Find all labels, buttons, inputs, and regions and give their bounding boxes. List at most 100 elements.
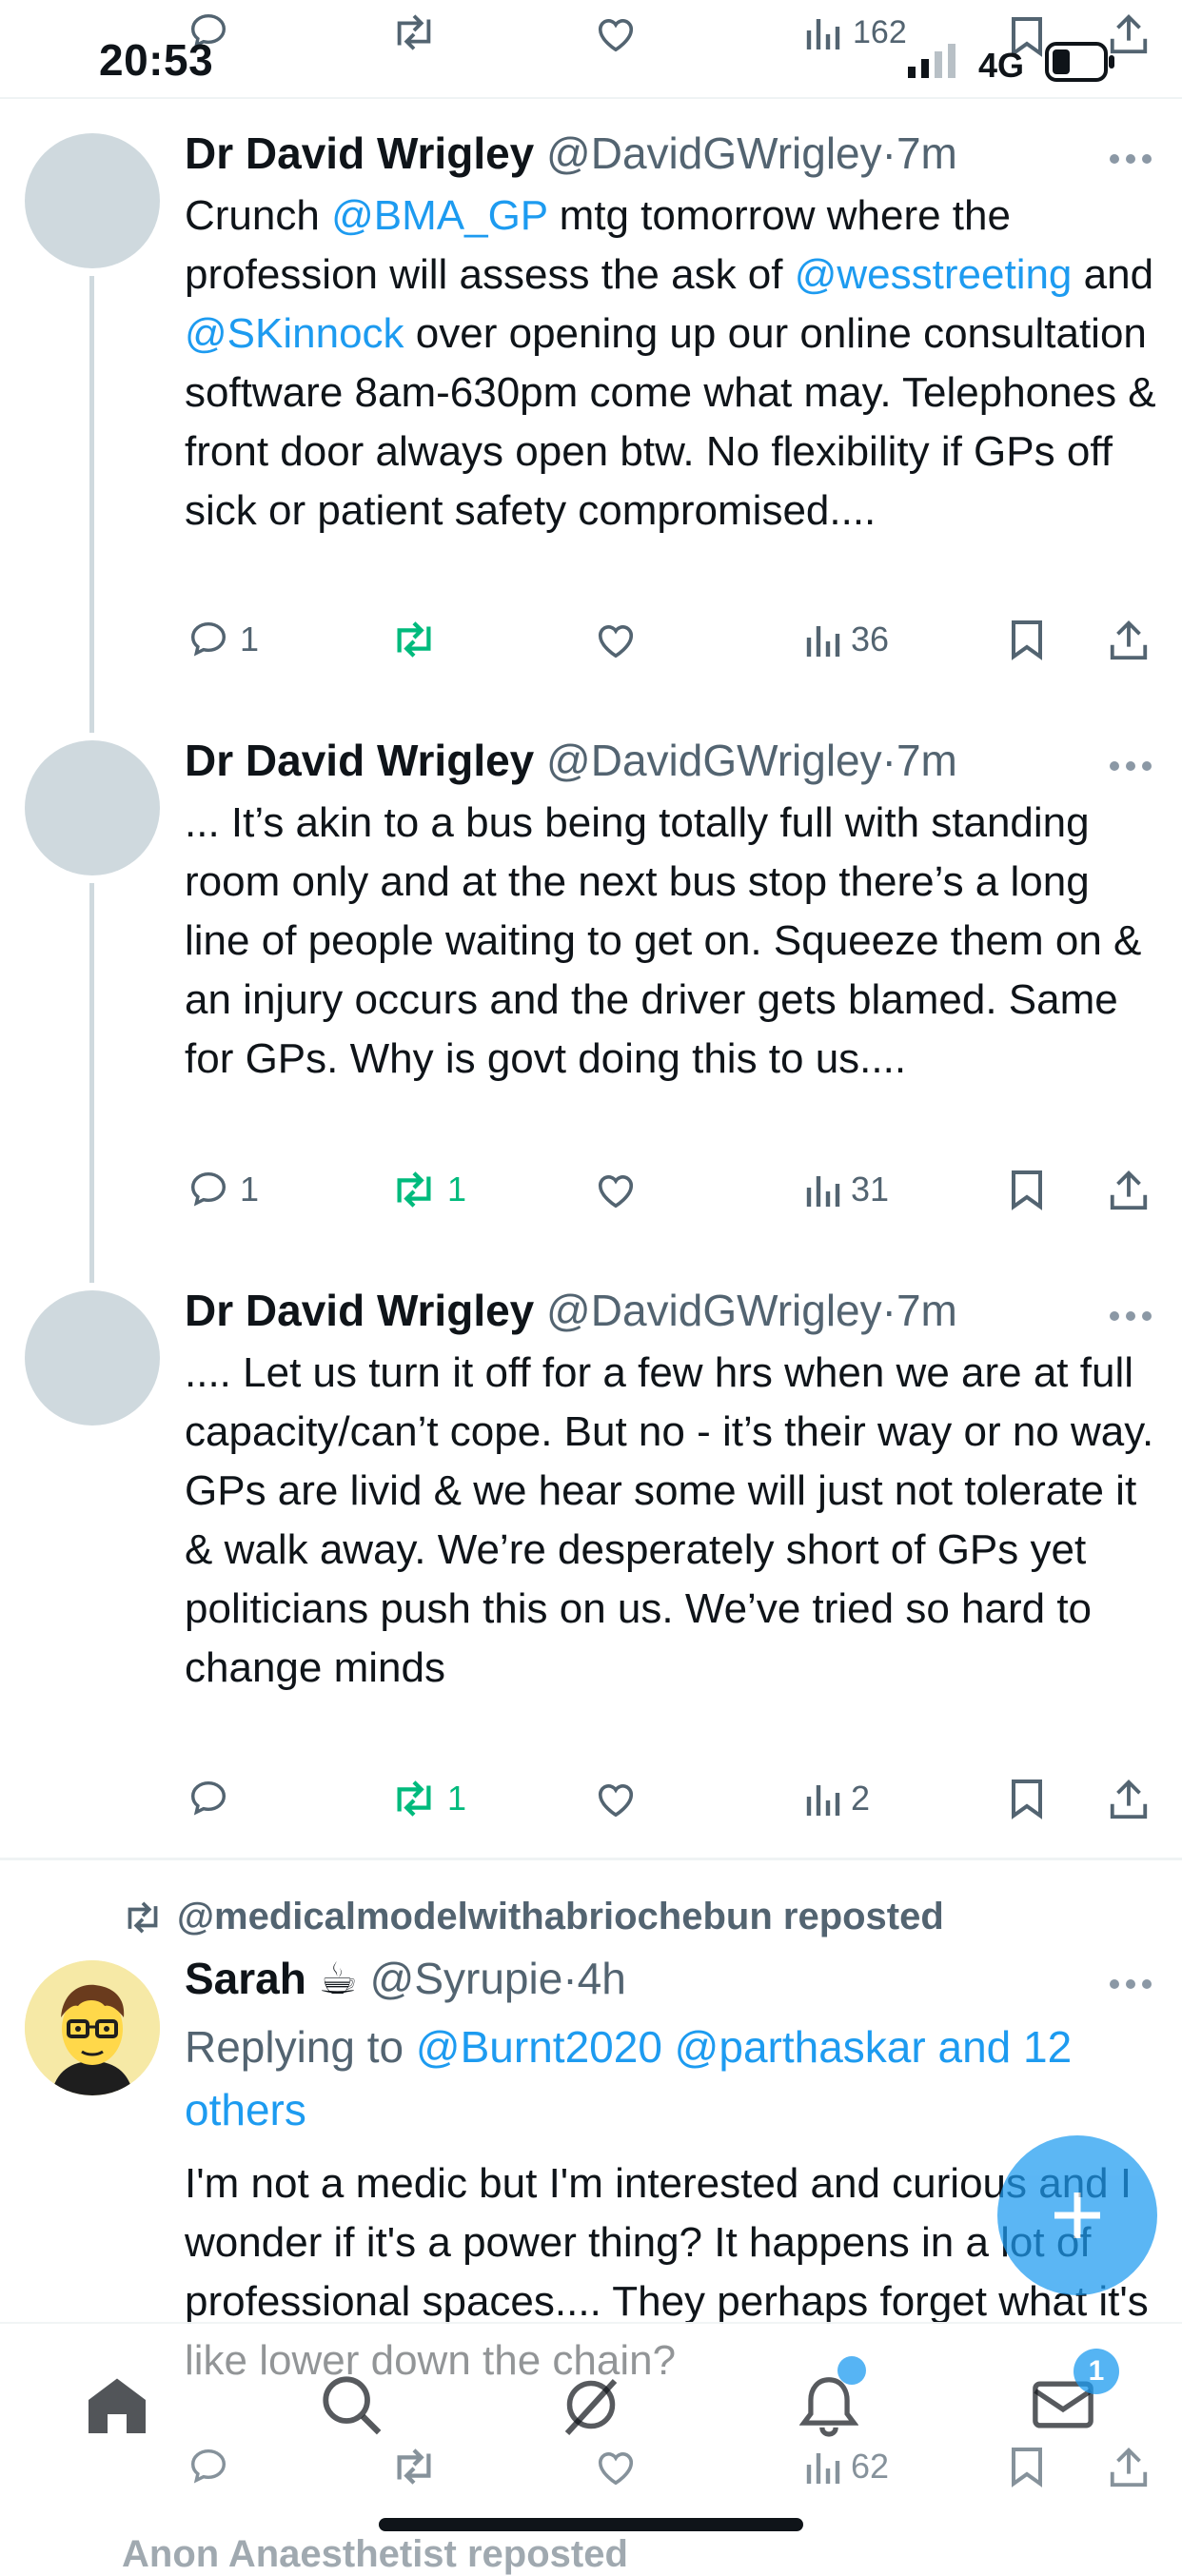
author-handle[interactable]: @Syrupie xyxy=(370,1954,563,2003)
reply-button[interactable] xyxy=(187,2438,230,2495)
repost-indicator[interactable]: @medicalmodelwithabriochebun reposted xyxy=(122,1896,944,1938)
tweet-text: Crunch @BMA_GP mtg tomorrow where the pr… xyxy=(185,192,1156,534)
signal-icon xyxy=(908,44,961,78)
network-type: 4G xyxy=(978,46,1025,85)
repost-icon[interactable] xyxy=(390,11,438,53)
mention-link[interactable]: @wesstreeting xyxy=(795,251,1073,298)
bookmark-icon xyxy=(1012,620,1042,660)
thread-tweet-1[interactable]: Dr David Wrigley @DavidGWrigley·7m Crunc… xyxy=(0,124,1182,695)
next-repost-indicator: Anon Anaesthetist reposted xyxy=(122,2533,628,2575)
like-button[interactable] xyxy=(594,611,638,668)
repost-icon xyxy=(397,2448,431,2485)
reply-icon xyxy=(190,2448,227,2484)
bookmark-icon xyxy=(1012,2448,1042,2488)
compose-button[interactable] xyxy=(997,2135,1157,2295)
mention-link[interactable]: @SKinnock xyxy=(185,310,404,357)
repost-button[interactable] xyxy=(390,2438,438,2495)
author-handle[interactable]: @DavidGWrigley xyxy=(546,736,882,785)
nav-messages[interactable]: 1 xyxy=(1020,2349,1119,2448)
bookmark-button[interactable] xyxy=(1009,611,1045,668)
share-button[interactable] xyxy=(1108,611,1150,668)
author-name[interactable]: Dr David Wrigley xyxy=(185,1286,534,1335)
more-options-icon[interactable] xyxy=(1108,759,1153,773)
tweet-time: 7m xyxy=(896,736,957,785)
views-button[interactable]: 36 xyxy=(803,611,889,668)
author-name[interactable]: Sarah ☕ xyxy=(185,1954,358,2003)
tweet-divider xyxy=(0,1858,1182,1860)
views-count[interactable]: 162 xyxy=(803,13,907,51)
thread-tweet-3[interactable]: Dr David Wrigley @DavidGWrigley·7m .... … xyxy=(0,1281,1182,1833)
replying-to: Replying to @Burnt2020 @parthaskar and 1… xyxy=(185,2022,1073,2134)
nav-home[interactable] xyxy=(74,2362,160,2448)
reply-icon xyxy=(190,1171,227,1207)
cartoon-avatar-icon xyxy=(25,1960,160,2095)
more-options-icon[interactable] xyxy=(1108,152,1153,166)
tweet-actions: 1 36 xyxy=(185,611,1165,668)
reply-button[interactable] xyxy=(187,1770,240,1827)
tweet-header: Sarah ☕ @Syrupie·4h xyxy=(185,1954,626,2003)
views-icon xyxy=(806,626,840,657)
tweet-text: ... It’s akin to a bus being totally ful… xyxy=(185,799,1142,1082)
avatar[interactable] xyxy=(25,740,160,875)
bookmark-icon xyxy=(1012,1780,1042,1819)
share-button[interactable] xyxy=(1108,1770,1150,1827)
like-icon[interactable] xyxy=(594,13,638,53)
thread-tweet-2[interactable]: Dr David Wrigley @DavidGWrigley·7m ... I… xyxy=(0,731,1182,1245)
share-button[interactable] xyxy=(1108,1161,1150,1218)
reply-icon xyxy=(190,621,227,657)
tweet-time: 7m xyxy=(896,1286,957,1335)
plus-icon xyxy=(1054,2193,1100,2238)
views-button[interactable]: 31 xyxy=(803,1161,889,1218)
bookmark-button[interactable] xyxy=(1009,2438,1045,2495)
tweet-header: Dr David Wrigley @DavidGWrigley·7m xyxy=(185,1286,957,1335)
nav-notifications[interactable] xyxy=(786,2356,872,2448)
share-icon xyxy=(1110,620,1148,660)
like-icon xyxy=(598,625,634,659)
like-icon xyxy=(598,1784,634,1818)
author-handle[interactable]: @DavidGWrigley xyxy=(546,128,882,178)
nav-grok[interactable] xyxy=(548,2362,634,2448)
avatar[interactable] xyxy=(25,133,160,268)
grok-icon xyxy=(564,2378,618,2436)
reply-button[interactable]: 1 xyxy=(187,611,259,668)
views-icon xyxy=(806,1785,840,1816)
views-button[interactable]: 2 xyxy=(803,1770,870,1827)
tweet-header: Dr David Wrigley @DavidGWrigley·7m xyxy=(185,128,957,178)
views-icon xyxy=(806,19,840,49)
share-icon xyxy=(1110,1170,1148,1210)
notifications-badge xyxy=(837,2356,866,2385)
like-icon xyxy=(598,1175,634,1209)
battery-icon xyxy=(1045,42,1117,82)
home-icon xyxy=(89,2378,146,2433)
nav-search[interactable] xyxy=(308,2362,394,2448)
repost-button[interactable] xyxy=(390,611,447,668)
like-button[interactable] xyxy=(594,1161,638,1218)
bookmark-button[interactable] xyxy=(1009,1161,1045,1218)
like-button[interactable] xyxy=(594,2438,638,2495)
views-button[interactable]: 62 xyxy=(803,2438,889,2495)
tweet-actions: 1 2 xyxy=(185,1770,1165,1827)
home-indicator[interactable] xyxy=(379,2518,803,2531)
share-icon xyxy=(1110,2448,1148,2488)
search-icon xyxy=(323,2376,382,2435)
mention-link[interactable]: @BMA_GP xyxy=(331,192,547,239)
repost-icon xyxy=(397,1171,431,1208)
tweet-header: Dr David Wrigley @DavidGWrigley·7m xyxy=(185,736,957,785)
repost-button[interactable]: 1 xyxy=(390,1770,466,1827)
repost-button[interactable]: 1 xyxy=(390,1161,466,1218)
like-button[interactable] xyxy=(594,1770,638,1827)
share-button[interactable] xyxy=(1108,2438,1150,2495)
reply-button[interactable]: 1 xyxy=(187,1161,259,1218)
views-icon xyxy=(806,1176,840,1207)
bookmark-button[interactable] xyxy=(1009,1770,1045,1827)
author-name[interactable]: Dr David Wrigley xyxy=(185,128,534,178)
avatar[interactable] xyxy=(25,1960,160,2095)
more-options-icon[interactable] xyxy=(1108,1977,1153,1991)
views-icon xyxy=(806,2453,840,2484)
more-options-icon[interactable] xyxy=(1108,1309,1153,1323)
author-handle[interactable]: @DavidGWrigley xyxy=(546,1286,882,1335)
repost-icon xyxy=(397,621,431,658)
author-name[interactable]: Dr David Wrigley xyxy=(185,736,534,785)
like-icon xyxy=(598,2452,634,2486)
avatar[interactable] xyxy=(25,1290,160,1426)
